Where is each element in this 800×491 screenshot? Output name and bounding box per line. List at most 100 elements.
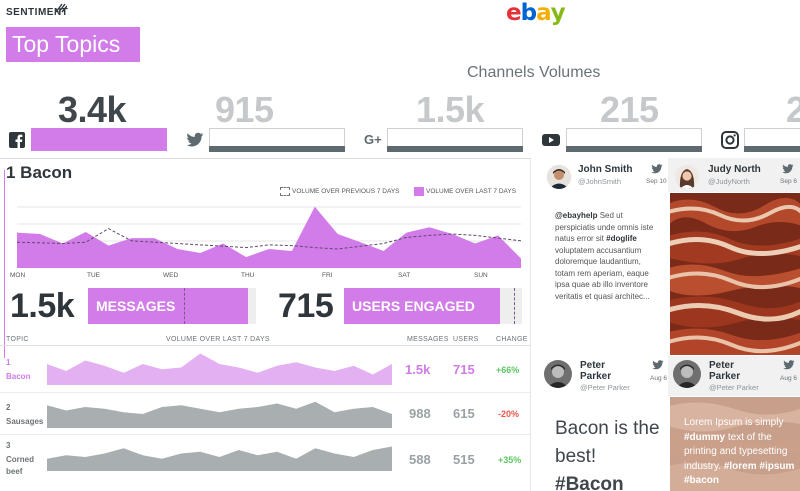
- facebook-volume-bar: [31, 128, 167, 151]
- row-sparkline: [47, 446, 392, 471]
- tweet-hashtag[interactable]: #ipsum: [759, 461, 794, 472]
- tweet-author-handle[interactable]: @Peter Parker: [709, 383, 759, 392]
- topic-title: 1 Bacon: [6, 163, 73, 182]
- twitter-icon: [783, 360, 795, 370]
- tweet-hashtag[interactable]: #bacon: [684, 475, 719, 486]
- tweet-author-handle[interactable]: @Peter Parker: [580, 383, 630, 392]
- users-engaged-bar: USERS ENGAGED: [344, 288, 500, 324]
- legend-prev-label: VOLUME OVER PREVIOUS 7 DAYS: [292, 188, 400, 195]
- youtube-volume-frame: [566, 128, 702, 146]
- topic-connector-line: [4, 170, 5, 358]
- tweet-text: Bacon is the: [555, 418, 660, 439]
- row-rank: 1: [6, 358, 11, 367]
- col-header-users: USERS: [453, 336, 479, 343]
- tweet-author-name[interactable]: Judy North: [708, 164, 761, 175]
- instagram-icon[interactable]: [721, 131, 739, 149]
- col-header-messages: MESSAGES: [407, 336, 449, 343]
- row-rank: 2: [6, 403, 11, 412]
- ebay-letter-a: a: [536, 0, 552, 26]
- youtube-icon[interactable]: [542, 131, 560, 149]
- x-tick-mon: MON: [10, 272, 26, 279]
- page-title: Top Topics: [12, 31, 121, 57]
- row-messages: 588: [409, 452, 431, 467]
- row-rank: 3: [6, 441, 11, 450]
- avatar: [673, 360, 701, 388]
- tweet-mention[interactable]: @ebayhelp: [555, 211, 597, 220]
- tweets-divider: [530, 158, 531, 491]
- x-tick-sat: SAT: [398, 272, 411, 279]
- avatar: [675, 165, 699, 189]
- volume-area-chart: [17, 206, 521, 268]
- tweet-text: best!: [555, 446, 597, 467]
- facebook-icon[interactable]: [8, 131, 26, 149]
- ebay-letter-y: y: [550, 0, 566, 26]
- tweet-hashtag[interactable]: #lorem: [724, 461, 757, 472]
- series-last-7-days-area: [17, 206, 521, 268]
- tweet-hashtag[interactable]: #doglife: [606, 234, 637, 243]
- tweet-date: Aug 6: [780, 375, 797, 382]
- ebay-letter-e: e: [506, 0, 522, 26]
- row-change: -20%: [498, 409, 520, 419]
- row-users: 715: [453, 362, 475, 377]
- svg-text:G+: G+: [364, 132, 382, 146]
- tweet-hashtag[interactable]: #dummy: [684, 432, 725, 443]
- x-tick-wed: WED: [163, 272, 179, 279]
- tweet-body: Lorem Ipsum is simply #dummy text of the…: [684, 416, 796, 489]
- row-topic-name: Corned beef: [6, 455, 34, 476]
- legend-prev-swatch: [280, 187, 290, 196]
- youtube-volume: 215: [600, 89, 659, 130]
- row-messages: 988: [409, 406, 431, 421]
- row-change: +66%: [496, 365, 520, 375]
- x-tick-fri: FRI: [322, 272, 333, 279]
- bacon-photo[interactable]: [670, 193, 800, 355]
- row-users: 515: [453, 452, 475, 467]
- tweet-body: @ebayhelp Sed ut perspiciatis unde omnis…: [555, 210, 660, 302]
- tweet-text: voluptatem accusantium doloremque laudan…: [555, 245, 650, 301]
- sparkline-area: [47, 401, 392, 428]
- row-change: +35%: [498, 455, 522, 465]
- users-prev-marker: [514, 288, 515, 324]
- twitter-volume-frame: [209, 128, 345, 146]
- row-topic-name: Sausages: [6, 417, 44, 426]
- sparkline-area: [47, 446, 392, 471]
- twitter-volume-bar: [209, 146, 345, 152]
- col-header-topic: TOPIC: [6, 336, 29, 343]
- twitter-icon[interactable]: [186, 131, 204, 149]
- x-tick-thu: THU: [241, 272, 255, 279]
- instagram-volume-frame: [744, 128, 800, 146]
- x-tick-tue: TUE: [87, 272, 100, 279]
- twitter-volume: 915: [215, 89, 274, 130]
- tweet-author-name[interactable]: John Smith: [578, 164, 632, 175]
- tweet-body: Bacon is the best! #Bacon: [555, 415, 660, 491]
- x-tick-sun: SUN: [474, 272, 488, 279]
- tweet-author-name[interactable]: Peter Parker: [709, 360, 749, 382]
- google-plus-volume-bar: [387, 146, 523, 152]
- google-plus-icon[interactable]: G+: [364, 132, 386, 146]
- tweet-author-name[interactable]: Peter Parker: [580, 360, 620, 382]
- col-header-change: CHANGE: [496, 336, 528, 343]
- avatar: [547, 165, 571, 189]
- brand-mark-icon: [55, 3, 67, 13]
- facebook-volume: 3.4k: [58, 89, 127, 130]
- tweet-hashtag[interactable]: #Bacon: [555, 471, 660, 491]
- row-topic-name: Bacon: [6, 372, 31, 381]
- messages-bar: MESSAGES: [88, 288, 248, 324]
- google-plus-volume: 1.5k: [416, 89, 485, 130]
- tweet-date: Sep 10: [646, 178, 667, 185]
- ebay-letter-b: b: [520, 0, 538, 26]
- instagram-volume-bar: [744, 146, 800, 152]
- row-sparkline: [47, 401, 392, 428]
- tweet-author-handle[interactable]: @JohnSmith: [578, 177, 621, 186]
- messages-count: 1.5k: [10, 287, 75, 325]
- ebay-logo: ebay: [506, 0, 566, 26]
- section-divider: [0, 158, 530, 159]
- twitter-icon: [652, 360, 664, 370]
- google-plus-volume-frame: [387, 128, 523, 146]
- messages-prev-marker: [184, 288, 185, 324]
- tweet-author-handle[interactable]: @JudyNorth: [708, 177, 750, 186]
- row-divider: [0, 434, 530, 435]
- twitter-icon: [651, 164, 663, 174]
- legend-last-label: VOLUME OVER LAST 7 DAYS: [426, 188, 517, 195]
- row-users: 615: [453, 406, 475, 421]
- table-header-divider: [0, 345, 530, 346]
